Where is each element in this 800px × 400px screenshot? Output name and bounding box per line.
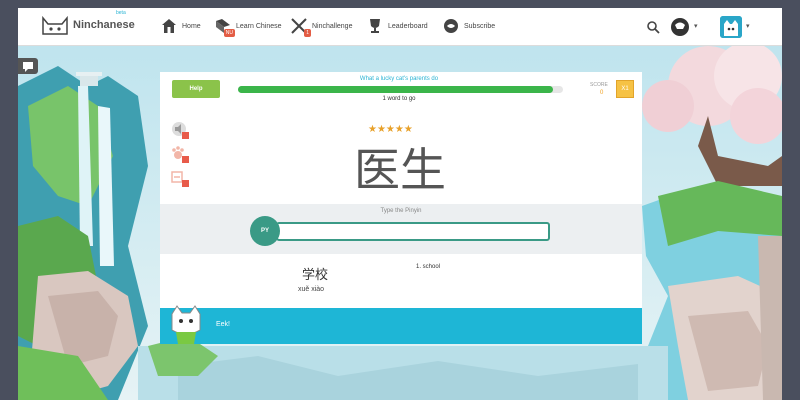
nav-learn-chinese[interactable]: NU Learn Chinese (214, 17, 282, 37)
pinyin-input[interactable] (276, 222, 550, 241)
challenge-badge: 1 (304, 29, 311, 37)
swords-icon: 1 (290, 17, 311, 37)
progress-bar (238, 86, 563, 93)
star-badge-icon (444, 19, 458, 33)
speech-bubble-icon (23, 62, 33, 72)
pinyin-mode-badge: PY (250, 216, 280, 246)
quiz-topbar: Help What a lucky cat's parents do 1 wor… (160, 72, 642, 106)
brand-name: Ninchanese (73, 19, 135, 31)
nav-leaderboard-label: Leaderboard (388, 22, 428, 30)
app-window: Ninchanese beta Home NU Learn Chinese 1 … (18, 8, 782, 400)
trophy-icon (370, 19, 380, 33)
character-hint-button[interactable] (170, 168, 190, 188)
top-navigation: Ninchanese beta Home NU Learn Chinese 1 … (18, 8, 782, 46)
search-icon[interactable] (646, 20, 660, 34)
speaker-icon (172, 122, 189, 139)
feedback-text: Eek! (216, 321, 231, 328)
user-menu-caret-icon[interactable]: ▾ (694, 22, 698, 30)
hint-tools (170, 120, 190, 192)
words-remaining: 1 word to go (382, 96, 416, 102)
previous-word-pinyin: xuě xiào (298, 286, 325, 293)
brand-logo[interactable]: Ninchanese (40, 14, 135, 36)
score-label: SCORE (590, 82, 608, 88)
nav-learn-chinese-label: Learn Chinese (236, 22, 282, 30)
learn-badge: NU (223, 29, 235, 37)
chat-toggle-button[interactable] (18, 58, 38, 74)
cat-logo-icon (42, 15, 68, 35)
book-icon: NU (214, 17, 235, 37)
strokes-icon (171, 171, 189, 187)
nav-leaderboard[interactable]: Leaderboard (366, 17, 428, 35)
feedback-bar: Eek! (160, 308, 642, 344)
paw-hint-button[interactable] (170, 144, 190, 164)
cat-mascot-icon (171, 305, 201, 344)
audio-hint-button[interactable] (170, 120, 190, 140)
score-value: 0 (600, 90, 604, 96)
input-instruction: Type the Pinyin (380, 208, 422, 214)
paw-icon (172, 146, 189, 163)
nav-ninchallenge-label: Ninchallenge (312, 22, 353, 30)
quiz-card: Help What a lucky cat's parents do 1 wor… (160, 72, 642, 344)
avatar[interactable] (720, 16, 742, 38)
previous-word-definition: 1. school (416, 264, 441, 270)
avatar-caret-icon[interactable]: ▾ (746, 22, 750, 30)
beta-label: beta (116, 10, 126, 16)
prompt-character: 医生 (354, 143, 446, 197)
previous-word: 学校 (302, 268, 329, 283)
user-menu-icon[interactable] (670, 17, 690, 37)
help-button[interactable]: Help (172, 80, 220, 98)
nav-ninchallenge[interactable]: 1 Ninchallenge (290, 17, 353, 37)
score-multiplier: X1 (616, 80, 634, 98)
nav-home-label: Home (182, 22, 201, 30)
answer-section: Type the Pinyin PY (160, 204, 642, 254)
nav-subscribe[interactable]: Subscribe (442, 17, 495, 35)
lesson-title: What a lucky cat's parents do (359, 76, 439, 82)
progress-fill (238, 86, 554, 93)
cat-avatar-icon (720, 16, 742, 38)
nav-home[interactable]: Home (160, 17, 201, 35)
house-icon (162, 19, 176, 33)
nav-subscribe-label: Subscribe (464, 22, 496, 30)
